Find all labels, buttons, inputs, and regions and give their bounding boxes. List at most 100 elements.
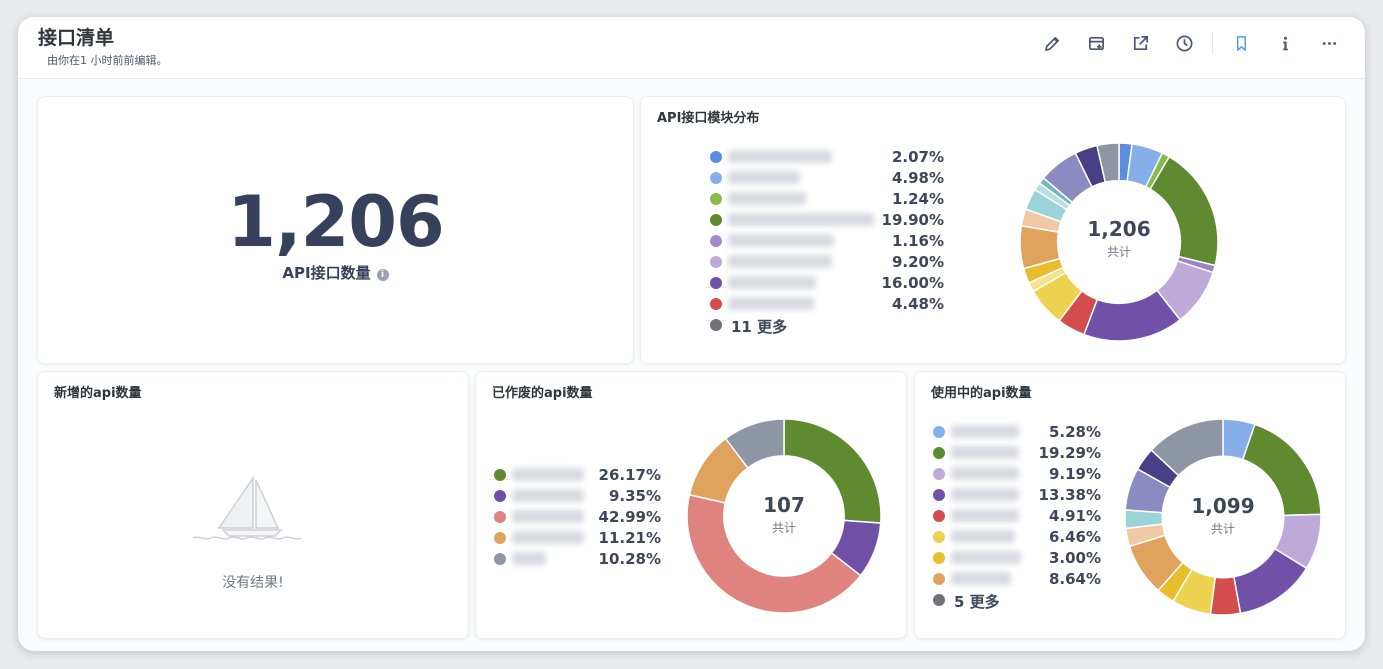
legend-item[interactable]: 19.29%	[933, 443, 1101, 464]
more-icon	[1322, 41, 1336, 45]
legend-item[interactable]: 13.38%	[933, 485, 1101, 506]
legend-swatch	[933, 531, 945, 543]
add-to-dashboard-button[interactable]	[1074, 29, 1118, 57]
donut-center: 1,099 共计	[1124, 494, 1322, 537]
inuse-api-card[interactable]: 使用中的api数量 5.28% 19.29% 9.19% 13.38% 4.91% 6.4…	[914, 371, 1346, 639]
chart-legend: 5.28% 19.29% 9.19% 13.38% 4.91% 6.46% 3.00% 8.6…	[933, 422, 1101, 611]
legend-value: 1.24%	[891, 190, 944, 208]
more-button[interactable]	[1307, 29, 1351, 57]
scalar-card[interactable]: 1,206 API接口数量 i	[37, 96, 634, 364]
dashboard-title[interactable]: 接口清单	[38, 23, 114, 50]
deprecated-api-card[interactable]: 已作废的api数量 26.17% 9.35% 42.99% 11.21% 10.28% …	[475, 371, 907, 639]
edit-icon	[1044, 36, 1059, 51]
legend-item[interactable]: 2.07%	[710, 147, 944, 168]
card-title: 已作废的api数量	[492, 386, 593, 401]
legend-item[interactable]: 9.20%	[710, 252, 944, 273]
clock-icon	[1176, 35, 1192, 51]
legend-value: 4.48%	[891, 295, 944, 313]
donut-total-label: 共计	[1106, 245, 1131, 259]
legend-label-redacted	[512, 489, 584, 502]
legend-label-redacted	[951, 551, 1021, 564]
empty-state-text: 没有结果!	[222, 575, 284, 591]
legend-item[interactable]: 11.21%	[494, 528, 661, 549]
legend-swatch	[933, 426, 945, 438]
scalar-label[interactable]: API接口数量 i	[38, 262, 633, 283]
legend-swatch	[494, 511, 506, 523]
card-title: 新增的api数量	[54, 386, 142, 401]
legend-more-label: 11 更多	[731, 318, 788, 336]
share-icon	[1133, 35, 1148, 50]
legend-value: 8.64%	[1048, 570, 1101, 588]
donut-center: 107 共计	[686, 493, 882, 536]
legend-swatch	[494, 532, 506, 544]
scalar-value: 1,206	[227, 181, 444, 263]
legend-more[interactable]: 5 更多	[933, 590, 1101, 611]
chart-legend: 26.17% 9.35% 42.99% 11.21% 10.28%	[494, 465, 661, 570]
legend-item[interactable]: 4.48%	[710, 294, 944, 315]
legend-label-redacted	[951, 572, 1011, 585]
legend-item[interactable]: 4.91%	[933, 506, 1101, 527]
donut-total: 1,206	[1087, 217, 1151, 241]
legend-value: 10.28%	[598, 550, 661, 568]
bookmark-button[interactable]	[1219, 29, 1263, 57]
legend-item[interactable]: 19.90%	[710, 210, 944, 231]
legend-swatch	[710, 319, 722, 331]
legend-label-redacted	[728, 276, 816, 289]
legend-more[interactable]: 11 更多	[710, 315, 944, 336]
legend-item[interactable]: 1.16%	[710, 231, 944, 252]
legend-value: 9.35%	[608, 487, 661, 505]
new-api-card[interactable]: 新增的api数量 没有结果!	[37, 371, 469, 639]
share-button[interactable]	[1118, 29, 1162, 57]
legend-swatch	[710, 298, 722, 310]
legend-item[interactable]: 16.00%	[710, 273, 944, 294]
legend-item[interactable]: 3.00%	[933, 548, 1101, 569]
donut-total-label: 共计	[771, 521, 796, 535]
legend-item[interactable]: 1.24%	[710, 189, 944, 210]
legend-item[interactable]: 4.98%	[710, 168, 944, 189]
legend-swatch	[933, 468, 945, 480]
legend-swatch	[710, 214, 722, 226]
add-to-dashboard-icon	[1088, 36, 1104, 50]
sailboat-icon	[193, 475, 302, 540]
legend-item[interactable]: 10.28%	[494, 549, 661, 570]
legend-swatch	[933, 489, 945, 501]
legend-value: 2.07%	[891, 148, 944, 166]
dashboard-subtitle: 由你在1 小时前前编辑。	[47, 54, 168, 67]
legend-swatch	[710, 256, 722, 268]
legend-swatch	[710, 151, 722, 163]
bookmark-icon	[1236, 35, 1246, 51]
legend-swatch	[494, 553, 506, 565]
legend-value: 9.20%	[891, 253, 944, 271]
legend-item[interactable]: 8.64%	[933, 569, 1101, 590]
legend-label-redacted	[728, 255, 832, 268]
legend-item[interactable]: 6.46%	[933, 527, 1101, 548]
legend-label-redacted	[728, 297, 814, 310]
legend-label-redacted	[512, 531, 584, 544]
legend-item[interactable]: 26.17%	[494, 465, 661, 486]
legend-value: 1.16%	[891, 232, 944, 250]
donut-total: 107	[763, 493, 805, 517]
dashboard-window: 接口清单 由你在1 小时前前编辑。 1,206 API接口数量 i API接口模…	[18, 17, 1365, 651]
info-button[interactable]	[1263, 29, 1307, 57]
dashboard-header: 接口清单 由你在1 小时前前编辑。	[18, 17, 1365, 79]
legend-item[interactable]: 5.28%	[933, 422, 1101, 443]
legend-label-redacted	[512, 468, 584, 481]
legend-item[interactable]: 9.19%	[933, 464, 1101, 485]
donut-chart: 1,206 共计	[1019, 142, 1219, 342]
legend-value: 11.21%	[598, 529, 661, 547]
module-distribution-card[interactable]: API接口模块分布 2.07% 4.98% 1.24% 19.90% 1.16% 9.20…	[640, 96, 1346, 364]
card-title: 使用中的api数量	[931, 386, 1032, 401]
legend-swatch	[933, 594, 945, 606]
info-icon[interactable]: i	[376, 269, 389, 281]
legend-label-redacted	[728, 171, 800, 184]
legend-label-redacted	[951, 467, 1019, 480]
legend-swatch	[933, 447, 945, 459]
donut-chart: 1,099 共计	[1124, 418, 1322, 616]
history-button[interactable]	[1162, 29, 1206, 57]
legend-item[interactable]: 42.99%	[494, 507, 661, 528]
legend-swatch	[933, 510, 945, 522]
legend-value: 42.99%	[598, 508, 661, 526]
donut-total: 1,099	[1191, 494, 1255, 518]
edit-button[interactable]	[1030, 29, 1074, 57]
legend-item[interactable]: 9.35%	[494, 486, 661, 507]
